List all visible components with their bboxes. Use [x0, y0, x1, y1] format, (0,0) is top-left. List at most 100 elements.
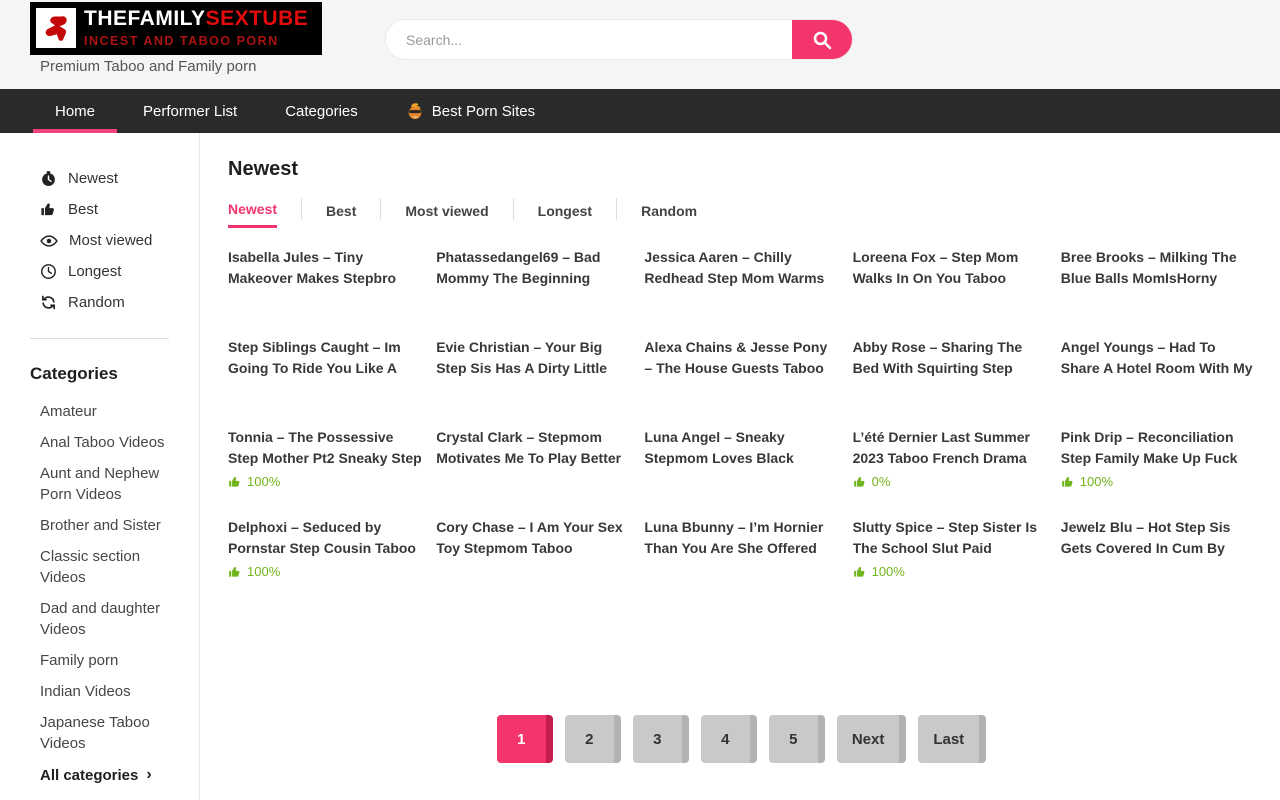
video-card[interactable]: Angel Youngs – Had To Share A Hotel Room…: [1061, 337, 1255, 427]
video-card[interactable]: Jessica Aaren – Chilly Redhead Step Mom …: [644, 247, 838, 337]
sidebar-item-most-viewed[interactable]: Most viewed: [0, 225, 199, 256]
category-link[interactable]: Japanese Taboo Videos: [0, 707, 199, 759]
sidebar: Newest Best Most viewed Longest Random C…: [0, 133, 200, 800]
video-card[interactable]: Pink Drip – Reconciliation Step Family M…: [1061, 427, 1255, 517]
sort-tab[interactable]: Random: [641, 198, 697, 227]
site-header: THEFAMILYSEXTUBE INCEST AND TABOO PORN P…: [0, 0, 1280, 89]
video-card[interactable]: Luna Bbunny – I’m Hornier Than You Are S…: [644, 517, 838, 607]
video-title: Evie Christian – Your Big Step Sis Has A…: [436, 337, 630, 378]
category-link[interactable]: Amateur: [0, 396, 199, 427]
video-card[interactable]: Alexa Chains & Jesse Pony – The House Gu…: [644, 337, 838, 427]
video-title: Angel Youngs – Had To Share A Hotel Room…: [1061, 337, 1255, 378]
nav-item-home[interactable]: Home: [33, 89, 117, 133]
video-title: Luna Angel – Sneaky Stepmom Loves Black …: [644, 427, 838, 468]
rating-value: 100%: [872, 564, 905, 579]
pagination-button[interactable]: 4: [701, 715, 757, 763]
video-grid: Isabella Jules – Tiny Makeover Makes Ste…: [228, 247, 1255, 607]
video-card[interactable]: Step Siblings Caught – Im Going To Ride …: [228, 337, 422, 427]
site-logo[interactable]: THEFAMILYSEXTUBE INCEST AND TABOO PORN: [30, 2, 322, 55]
video-card[interactable]: L’été Dernier Last Summer 2023 Taboo Fre…: [853, 427, 1047, 517]
video-title: Isabella Jules – Tiny Makeover Makes Ste…: [228, 247, 422, 288]
thumb-up-green-icon: [228, 475, 242, 489]
video-card[interactable]: Bree Brooks – Milking The Blue Balls Mom…: [1061, 247, 1255, 337]
category-link[interactable]: Dad and daughter Videos: [0, 593, 199, 645]
video-title: Luna Bbunny – I’m Hornier Than You Are S…: [644, 517, 838, 558]
sidebar-item-random[interactable]: Random: [0, 287, 199, 318]
clock-icon: [40, 263, 57, 280]
video-card[interactable]: Phatassedangel69 – Bad Mommy The Beginni…: [436, 247, 630, 337]
pagination-button[interactable]: 3: [633, 715, 689, 763]
video-card[interactable]: Cory Chase – I Am Your Sex Toy Stepmom T…: [436, 517, 630, 607]
video-title: Bree Brooks – Milking The Blue Balls Mom…: [1061, 247, 1255, 288]
all-categories-link[interactable]: All categories ›: [0, 759, 199, 789]
thumb-up-green-icon: [228, 565, 242, 579]
thumb-up-green-icon: [853, 475, 867, 489]
tab-separator: [513, 198, 514, 220]
rating-value: 0%: [872, 474, 891, 489]
pagination-button[interactable]: 2: [565, 715, 621, 763]
video-card[interactable]: Luna Angel – Sneaky Stepmom Loves Black …: [644, 427, 838, 517]
pagination: 1 2 3 4 5 Next Last: [228, 715, 1255, 763]
video-rating: 100%: [228, 564, 422, 579]
video-title: Loreena Fox – Step Mom Walks In On You T…: [853, 247, 1047, 288]
sort-tabs: Newest Best Most viewed Longest Random: [228, 196, 1255, 228]
categories-heading: Categories: [30, 364, 199, 384]
tab-separator: [616, 198, 617, 220]
category-link[interactable]: Family porn: [0, 645, 199, 676]
category-link[interactable]: Anal Taboo Videos: [0, 427, 199, 458]
video-card[interactable]: Tonnia – The Possessive Step Mother Pt2 …: [228, 427, 422, 517]
main-content: Newest Newest Best Most viewed Longest R…: [200, 133, 1280, 800]
pagination-button[interactable]: Last: [918, 715, 986, 763]
thumb-up-icon: [40, 201, 57, 218]
video-card[interactable]: Loreena Fox – Step Mom Walks In On You T…: [853, 247, 1047, 337]
category-link[interactable]: Aunt and Nephew Porn Videos: [0, 458, 199, 510]
pagination-button[interactable]: Next: [837, 715, 907, 763]
video-rating: 100%: [1061, 474, 1255, 489]
nav-item-categories[interactable]: Categories: [263, 89, 380, 133]
main-nav: Home Performer List Categories Best Porn…: [0, 89, 1280, 133]
video-card[interactable]: Slutty Spice – Step Sister Is The School…: [853, 517, 1047, 607]
thumb-up-green-icon: [853, 565, 867, 579]
video-card[interactable]: Jewelz Blu – Hot Step Sis Gets Covered I…: [1061, 517, 1255, 607]
video-card[interactable]: Abby Rose – Sharing The Bed With Squirti…: [853, 337, 1047, 427]
pagination-button[interactable]: 5: [769, 715, 825, 763]
sidebar-item-longest[interactable]: Longest: [0, 256, 199, 287]
category-link[interactable]: Classic section Videos: [0, 541, 199, 593]
video-title: Abby Rose – Sharing The Bed With Squirti…: [853, 337, 1047, 378]
search-input[interactable]: [386, 20, 792, 59]
video-title: Jewelz Blu – Hot Step Sis Gets Covered I…: [1061, 517, 1255, 558]
video-card[interactable]: Evie Christian – Your Big Step Sis Has A…: [436, 337, 630, 427]
video-title: Jessica Aaren – Chilly Redhead Step Mom …: [644, 247, 838, 288]
eye-icon: [40, 232, 58, 250]
search-button[interactable]: [792, 20, 852, 59]
tab-separator: [380, 198, 381, 220]
video-title: L’été Dernier Last Summer 2023 Taboo Fre…: [853, 427, 1047, 468]
sort-tab[interactable]: Most viewed: [405, 198, 488, 227]
tab-separator: [301, 198, 302, 220]
video-title: Tonnia – The Possessive Step Mother Pt2 …: [228, 427, 422, 468]
video-card[interactable]: Crystal Clark – Stepmom Motivates Me To …: [436, 427, 630, 517]
page-layout: Newest Best Most viewed Longest Random C…: [0, 133, 1280, 800]
sort-tab[interactable]: Best: [326, 198, 356, 227]
sort-tab[interactable]: Longest: [538, 198, 592, 227]
timer-icon: [40, 170, 57, 187]
nav-item-best-porn-sites[interactable]: Best Porn Sites: [384, 89, 557, 133]
category-link[interactable]: Indian Videos: [0, 676, 199, 707]
video-title: Crystal Clark – Stepmom Motivates Me To …: [436, 427, 630, 468]
video-card[interactable]: Delphoxi – Seduced by Pornstar Step Cous…: [228, 517, 422, 607]
video-title: Delphoxi – Seduced by Pornstar Step Cous…: [228, 517, 422, 558]
logo-title: THEFAMILYSEXTUBE: [84, 7, 308, 31]
thumb-up-green-icon: [1061, 475, 1075, 489]
pagination-button[interactable]: 1: [497, 715, 553, 763]
category-link[interactable]: Brother and Sister: [0, 510, 199, 541]
video-card[interactable]: Isabella Jules – Tiny Makeover Makes Ste…: [228, 247, 422, 337]
sidebar-item-newest[interactable]: Newest: [0, 163, 199, 194]
video-title: Step Siblings Caught – Im Going To Ride …: [228, 337, 422, 378]
sidebar-divider: [30, 338, 169, 339]
video-title: Cory Chase – I Am Your Sex Toy Stepmom T…: [436, 517, 630, 558]
rating-value: 100%: [247, 564, 280, 579]
sidebar-item-best[interactable]: Best: [0, 194, 199, 225]
nav-item-performer-list[interactable]: Performer List: [121, 89, 259, 133]
sort-tab[interactable]: Newest: [228, 196, 277, 228]
refresh-icon: [40, 294, 57, 311]
